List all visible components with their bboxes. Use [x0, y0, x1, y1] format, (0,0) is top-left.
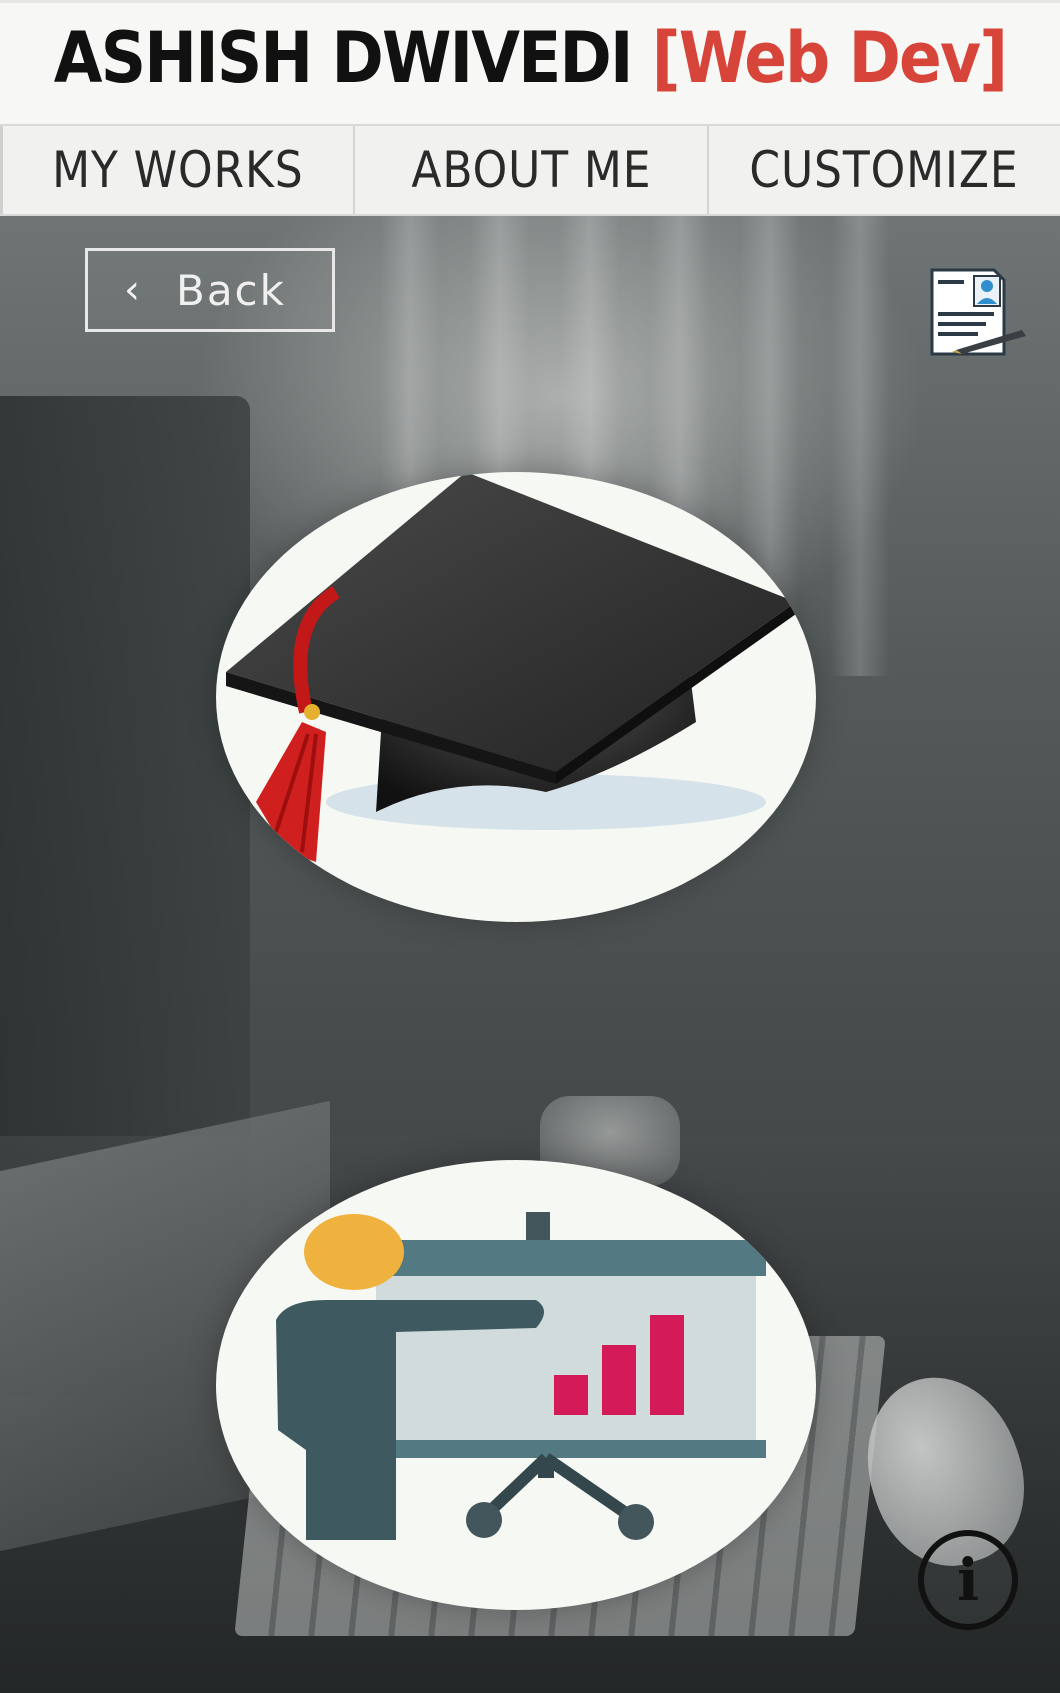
nav-item-label: MY WORKS — [52, 141, 304, 199]
graduation-cap-icon — [226, 472, 796, 862]
back-button[interactable]: ‹ Back — [85, 248, 335, 332]
owner-role: [Web Dev] — [651, 17, 1008, 99]
owner-name: ASHISH DWIVEDI — [53, 17, 634, 99]
top-nav: MY WORKS ABOUT ME CUSTOMIZE — [0, 124, 1060, 216]
background-decoration — [830, 216, 890, 676]
nav-item-label: CUSTOMIZE — [749, 141, 1019, 199]
back-button-label: Back — [176, 265, 286, 315]
info-button[interactable]: i — [918, 1530, 1018, 1630]
nav-item-customize[interactable]: CUSTOMIZE — [706, 126, 1060, 214]
presentation-tile[interactable] — [216, 1160, 816, 1610]
presentation-chart-icon — [276, 1212, 766, 1540]
info-icon: i — [956, 1546, 980, 1614]
nav-item-about-me[interactable]: ABOUT ME — [353, 126, 706, 214]
education-tile[interactable] — [216, 472, 816, 922]
nav-item-my-works[interactable]: MY WORKS — [0, 126, 353, 214]
app-header: ASHISH DWIVEDI [Web Dev] — [0, 0, 1060, 124]
resume-document-icon[interactable] — [922, 262, 1032, 362]
chevron-left-icon: ‹ — [124, 267, 140, 313]
nav-item-label: ABOUT ME — [410, 141, 652, 199]
page-title: ASHISH DWIVEDI [Web Dev] — [53, 17, 1008, 99]
